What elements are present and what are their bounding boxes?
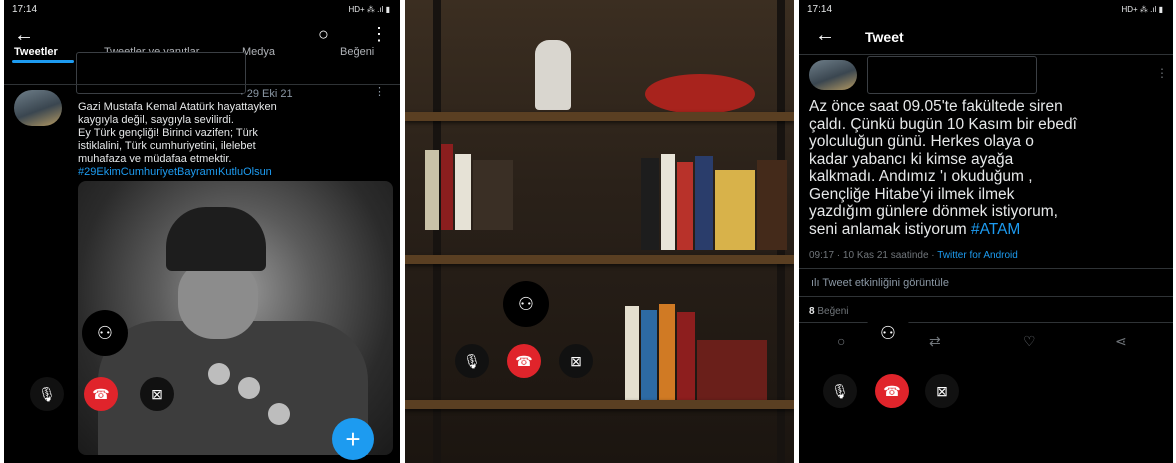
status-bar: 17:14 HD+ ⁂ .ıl ▮ [4, 2, 400, 18]
status-bar: 17:14 HD+ ⁂ .ıl ▮ [799, 2, 1173, 18]
tweet-line: Ey Türk gençliği! Birinci vazifen; Türk [78, 127, 258, 139]
tweet-hashtag[interactable]: #29EkimCumhuriyetBayramıKutluOlsun [78, 166, 272, 178]
books-left [425, 140, 525, 230]
shelf [405, 400, 794, 409]
likes-number: 8 [809, 306, 815, 317]
tweet-line: istiklalini, Türk cumhuriyetini, ilelebe… [78, 140, 256, 152]
tab-media[interactable]: Medya [242, 46, 275, 58]
tweet-source-link[interactable]: Twitter for Android [937, 250, 1018, 261]
caller-person-icon: ⚇ [503, 281, 549, 327]
shelf-post [433, 0, 441, 463]
red-lamp [645, 74, 755, 114]
tweet-actions: ○ ⇄ ♡ ⋖ [799, 333, 1173, 349]
microphone-icon[interactable]: 🎙 [455, 344, 489, 378]
photo-medal [268, 403, 290, 425]
photo-face [178, 261, 258, 339]
microphone-icon[interactable]: 🎙 [30, 377, 64, 411]
books-right [641, 150, 791, 250]
reply-icon[interactable]: ○ [837, 333, 845, 349]
compose-button[interactable]: + [332, 418, 374, 460]
likes-label: Beğeni [817, 306, 849, 317]
shelf [405, 255, 794, 264]
tab-likes[interactable]: Beğeni [340, 46, 374, 58]
redacted-name [76, 52, 246, 94]
tweet-timestamp: 09:17 · 10 Kas 21 saatinde · [809, 250, 938, 261]
status-time: 17:14 [12, 4, 38, 15]
middle-screenshot: ⚇ 🎙 ☎ ⊠ [405, 0, 794, 463]
active-tab-indicator [12, 60, 74, 63]
retweet-icon[interactable]: ⇄ [929, 333, 941, 350]
tweet-hashtag[interactable]: #ATAM [971, 221, 1020, 238]
tweet-meta: 09:17 · 10 Kas 21 saatinde · Twitter for… [809, 250, 1018, 261]
likes-count[interactable]: 8 Beğeni [809, 306, 848, 317]
end-call-icon[interactable]: ☎ [875, 374, 909, 408]
tweet-activity-link[interactable]: ılı Tweet etkinliğini görüntüle [811, 277, 949, 289]
tweet-line: Gazi Mustafa Kemal Atatürk hayattayken [78, 101, 277, 113]
caller-person-icon: ⚇ [865, 310, 911, 356]
divider [4, 84, 400, 85]
tweet-body: Az önce saat 09.05'te fakültede siren ça… [809, 98, 1165, 238]
tweet-line: kadar yabancı ki kimse ayağa [809, 150, 1014, 168]
back-arrow-icon[interactable]: ← [815, 24, 835, 47]
vase [535, 40, 571, 110]
tweet-line: yazdığım günlere dönmek istiyorum, [809, 203, 1058, 220]
divider [799, 268, 1173, 269]
tweet-line: Az önce saat 09.05'te fakültede siren [809, 98, 1063, 115]
tweet-more-icon[interactable]: ⋮ [1156, 66, 1168, 80]
divider [799, 296, 1173, 297]
tweet-line: kalkmadı. Andımız 'ı okuduğum , [809, 168, 1033, 185]
tweet-line: seni anlamak istiyorum [809, 220, 967, 238]
left-screenshot: 17:14 HD+ ⁂ .ıl ▮ ← ○ ⋮ Tweetler Tweetle… [4, 0, 400, 463]
photo-medal [238, 377, 260, 399]
tweet-line-last: seni anlamak istiyorum #ATAM [809, 221, 1165, 239]
microphone-icon[interactable]: 🎙 [823, 374, 857, 408]
video-off-icon[interactable]: ⊠ [140, 377, 174, 411]
caller-person-icon: ⚇ [82, 310, 128, 356]
tweet-line: Gençliğe Hitabe'yi ilmek ilmek [809, 185, 1015, 203]
divider [799, 54, 1173, 55]
tweet-line: muhafaza ve müdafaa etmektir. [78, 153, 232, 165]
tweet-line: kaygıyla değil, saygıyla sevilirdi. [78, 114, 234, 126]
page-title: Tweet [865, 29, 904, 45]
end-call-icon[interactable]: ☎ [84, 377, 118, 411]
like-icon[interactable]: ♡ [1023, 333, 1036, 350]
video-off-icon[interactable]: ⊠ [559, 344, 593, 378]
back-arrow-icon[interactable]: ← [14, 24, 34, 47]
photo-medal [208, 363, 230, 385]
video-off-icon[interactable]: ⊠ [925, 374, 959, 408]
share-icon[interactable]: ⋖ [1115, 333, 1127, 350]
right-screenshot: 17:14 HD+ ⁂ .ıl ▮ ← Tweet ⋮ Az önce saat… [799, 0, 1173, 463]
avatar[interactable] [809, 60, 857, 90]
tweet-line: yolculuğun günü. Herkes olaya o [809, 133, 1034, 150]
end-call-icon[interactable]: ☎ [507, 344, 541, 378]
more-vertical-icon[interactable]: ⋮ [370, 24, 388, 45]
status-icons: HD+ ⁂ .ıl ▮ [1121, 5, 1163, 14]
tweet-more-icon[interactable]: ⋮ [374, 86, 385, 98]
redacted-name [867, 56, 1037, 94]
search-icon[interactable]: ○ [318, 24, 329, 45]
photo-hat [166, 207, 266, 271]
tweet-date: · 29 Eki 21 [240, 88, 293, 100]
tweet-photo[interactable] [78, 181, 393, 455]
divider [799, 322, 1173, 323]
status-time: 17:14 [807, 4, 833, 15]
status-icons: HD+ ⁂ .ıl ▮ [348, 5, 390, 14]
avatar[interactable] [14, 90, 62, 126]
tab-tweets[interactable]: Tweetler [14, 46, 58, 58]
photo-uniform [98, 321, 368, 455]
tweet-line: çaldı. Çünkü bugün 10 Kasım bir ebedî [809, 115, 1077, 133]
shelf [405, 112, 794, 121]
books-lower [625, 300, 785, 400]
